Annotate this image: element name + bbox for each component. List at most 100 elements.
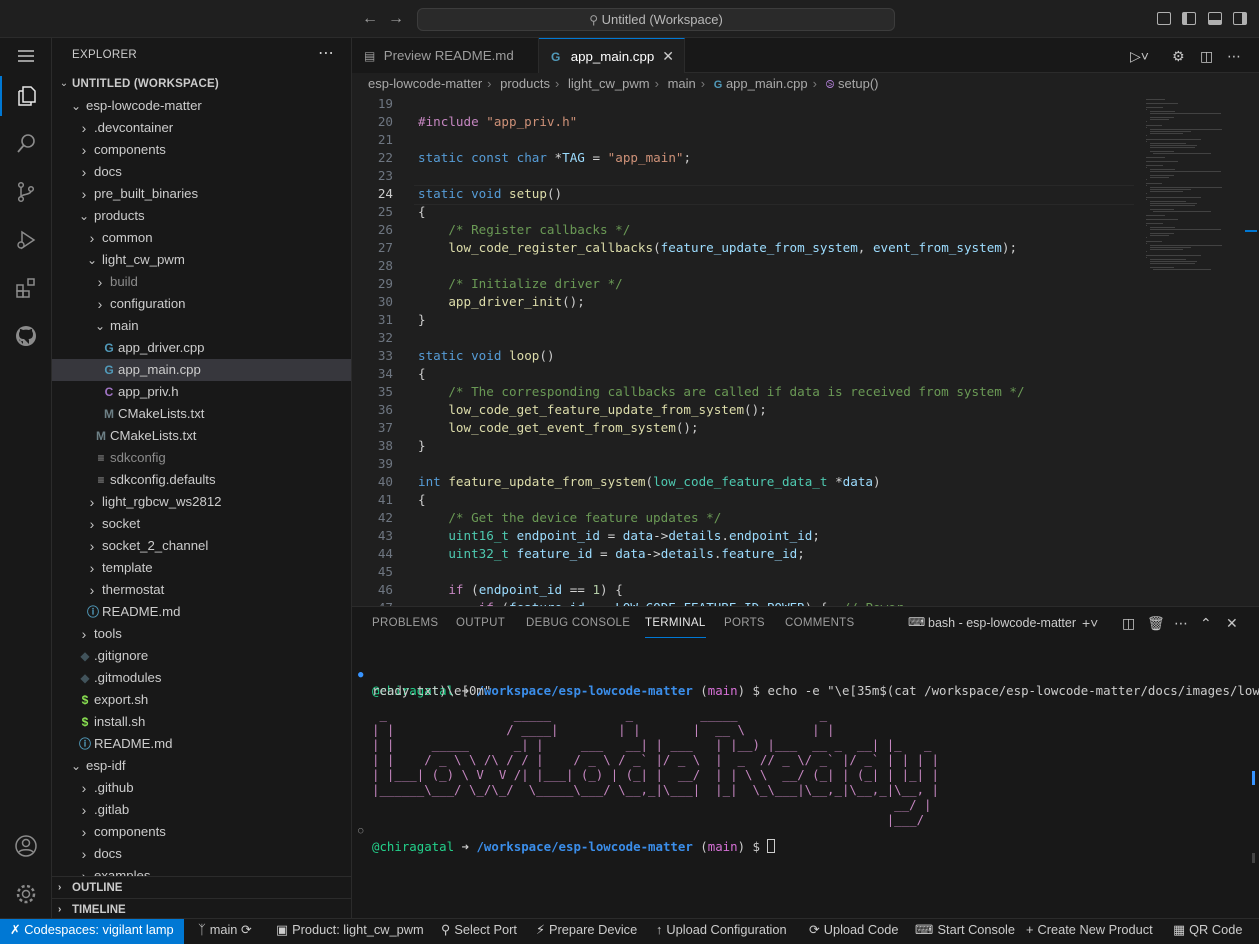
tree-folder[interactable]: › components <box>52 821 351 843</box>
tree-folder[interactable]: › socket <box>52 513 351 535</box>
code-line[interactable]: 39 <box>352 455 1152 473</box>
code-line[interactable]: 40 int feature_update_from_system(low_cod… <box>352 473 1152 491</box>
code-line[interactable]: 37 low_code_get_event_from_system(); <box>352 419 1152 437</box>
more-actions-icon[interactable]: ⋯ <box>1227 48 1241 65</box>
code-line[interactable]: 24 static void setup() <box>352 185 1152 205</box>
split-terminal-icon[interactable]: ◫ <box>1122 615 1135 632</box>
account-icon[interactable] <box>0 826 52 866</box>
tree-file[interactable]: $ install.sh <box>52 711 351 733</box>
tab-problems[interactable]: PROBLEMS <box>372 617 438 629</box>
arrow-right-icon[interactable]: → <box>388 10 404 28</box>
minimap[interactable] <box>1142 95 1247 275</box>
tree-folder[interactable]: › configuration <box>52 293 351 315</box>
add-terminal-icon[interactable]: +˅ <box>1082 615 1098 631</box>
code-line[interactable]: 22 static const char *TAG = "app_main"; <box>352 149 1152 167</box>
tree-folder[interactable]: › template <box>52 557 351 579</box>
tab-comments[interactable]: COMMENTS <box>785 617 854 629</box>
code-line[interactable]: 19 <box>352 95 1152 113</box>
breadcrumb-item[interactable]: esp-lowcode-matter <box>368 76 482 91</box>
search-icon[interactable] <box>0 124 52 164</box>
trash-icon[interactable]: 🗑 <box>1147 615 1165 632</box>
close-icon[interactable]: ✕ <box>662 39 674 74</box>
code-line[interactable]: 38} <box>352 437 1152 455</box>
run-code-icon[interactable]: ▷˅ <box>1130 48 1149 65</box>
tree-folder[interactable]: › tools <box>52 623 351 645</box>
code-line[interactable]: 31} <box>352 311 1152 329</box>
code-line[interactable]: 21 <box>352 131 1152 149</box>
tree-folder[interactable]: › common <box>52 227 351 249</box>
tab-app-main-cpp[interactable]: G app_main.cpp ✕ <box>539 38 685 73</box>
code-line[interactable]: 27 low_code_register_callbacks(feature_u… <box>352 239 1152 257</box>
tree-file[interactable]: Gapp_driver.cpp <box>52 337 351 359</box>
upload-code-button[interactable]: ⟳ Upload Code <box>809 922 898 938</box>
tree-folder[interactable]: › build <box>52 271 351 293</box>
code-line[interactable]: 46 if (endpoint_id == 1) { <box>352 581 1152 599</box>
tab-output[interactable]: OUTPUT <box>456 617 505 629</box>
breadcrumb-item[interactable]: app_main.cpp <box>726 76 808 91</box>
code-line[interactable]: 23 <box>352 167 1152 185</box>
product-status[interactable]: ▣ Product: light_cw_pwm <box>276 922 424 938</box>
code-line[interactable]: 36 low_code_get_feature_update_from_syst… <box>352 401 1152 419</box>
tree-file[interactable]: ≡ sdkconfig <box>52 447 351 469</box>
extensions-icon[interactable] <box>0 268 52 308</box>
tree-folder[interactable]: › .gitlab <box>52 799 351 821</box>
tree-folder[interactable]: ⌄ main <box>52 315 351 337</box>
command-center-search[interactable]: ⚲ Untitled (Workspace) <box>417 8 895 31</box>
code-editor[interactable]: 19 20 #include "app_priv.h" 21 22 static cons… <box>352 95 1259 606</box>
tree-folder[interactable]: › components <box>52 139 351 161</box>
tree-file[interactable]: ◆ .gitignore <box>52 645 351 667</box>
more-actions-icon[interactable]: ⋯ <box>318 43 335 63</box>
tree-file[interactable]: M CMakeLists.txt <box>52 425 351 447</box>
breadcrumb-item[interactable]: products <box>500 76 550 91</box>
tree-folder[interactable]: › examples <box>52 865 351 876</box>
explorer-icon[interactable] <box>0 76 52 116</box>
tree-folder[interactable]: ⌄ esp-idf <box>52 755 351 777</box>
maximize-panel-icon[interactable]: ⌃ <box>1200 615 1212 632</box>
tree-file[interactable]: ≡ sdkconfig.defaults <box>52 469 351 491</box>
breadcrumb-item[interactable]: main <box>668 76 696 91</box>
gear-icon[interactable]: ⚙ <box>1172 48 1185 65</box>
select-port-button[interactable]: ⚲ Select Port <box>441 922 517 938</box>
remote-indicator[interactable]: ✗ Codespaces: vigilant lamp <box>0 919 184 944</box>
code-line[interactable]: 43 uint16_t endpoint_id = data->details.… <box>352 527 1152 545</box>
source-control-icon[interactable] <box>0 172 52 212</box>
code-line[interactable]: 28 <box>352 257 1152 275</box>
tree-folder[interactable]: › pre_built_binaries <box>52 183 351 205</box>
breadcrumb-item[interactable]: setup() <box>838 76 878 91</box>
terminal-selector[interactable]: bash - esp-lowcode-matter <box>928 616 1076 630</box>
code-line[interactable]: 42 /* Get the device feature updates */ <box>352 509 1152 527</box>
arrow-left-icon[interactable]: ← <box>362 10 378 28</box>
tree-file[interactable]: M CMakeLists.txt <box>52 403 351 425</box>
code-lines[interactable]: 19 20 #include "app_priv.h" 21 22 static cons… <box>352 95 1152 606</box>
tree-file[interactable]: ⓘ README.md <box>52 601 351 623</box>
split-editor-icon[interactable]: ◫ <box>1200 48 1213 65</box>
code-line[interactable]: 34 { <box>352 365 1152 383</box>
code-line[interactable]: 41 { <box>352 491 1152 509</box>
code-line[interactable]: 25 { <box>352 203 1152 221</box>
prepare-device-button[interactable]: ⚡ Prepare Device <box>536 922 637 938</box>
code-line[interactable]: 32 <box>352 329 1152 347</box>
close-panel-icon[interactable]: ✕ <box>1226 615 1238 632</box>
code-line[interactable]: 26 /* Register callbacks */ <box>352 221 1152 239</box>
run-debug-icon[interactable] <box>0 220 52 260</box>
tree-folder[interactable]: ⌄ light_cw_pwm <box>52 249 351 271</box>
tree-folder[interactable]: › socket_2_channel <box>52 535 351 557</box>
toggle-panel-icon[interactable] <box>1208 12 1222 25</box>
tab-debug-console[interactable]: DEBUG CONSOLE <box>526 617 630 629</box>
workspace-root[interactable]: ⌄ UNTITLED (WORKSPACE) <box>52 73 351 95</box>
create-new-product-button[interactable]: + Create New Product <box>1026 922 1153 937</box>
terminal-prompt-line[interactable]: ○ @chiragatal ➜ /workspace/esp-lowcode-m… <box>352 809 1247 854</box>
tab-preview-readme[interactable]: ▤ Preview README.md <box>352 38 539 73</box>
code-line[interactable]: 29 /* Initialize driver */ <box>352 275 1152 293</box>
settings-gear-icon[interactable] <box>0 874 52 914</box>
tree-folder[interactable]: ⌄ esp-lowcode-matter <box>52 95 351 117</box>
tree-file[interactable]: $ export.sh <box>52 689 351 711</box>
tree-file[interactable]: Gapp_main.cpp <box>52 359 351 381</box>
branch-status[interactable]: ᛉ main ⟳ <box>198 922 252 938</box>
tree-folder[interactable]: › .github <box>52 777 351 799</box>
tab-terminal[interactable]: TERMINAL <box>645 617 706 638</box>
qr-code-button[interactable]: ▦ QR Code <box>1173 922 1242 938</box>
tree-folder[interactable]: › docs <box>52 161 351 183</box>
more-actions-icon[interactable]: ⋯ <box>1174 615 1188 632</box>
code-line[interactable]: 20 #include "app_priv.h" <box>352 113 1152 131</box>
